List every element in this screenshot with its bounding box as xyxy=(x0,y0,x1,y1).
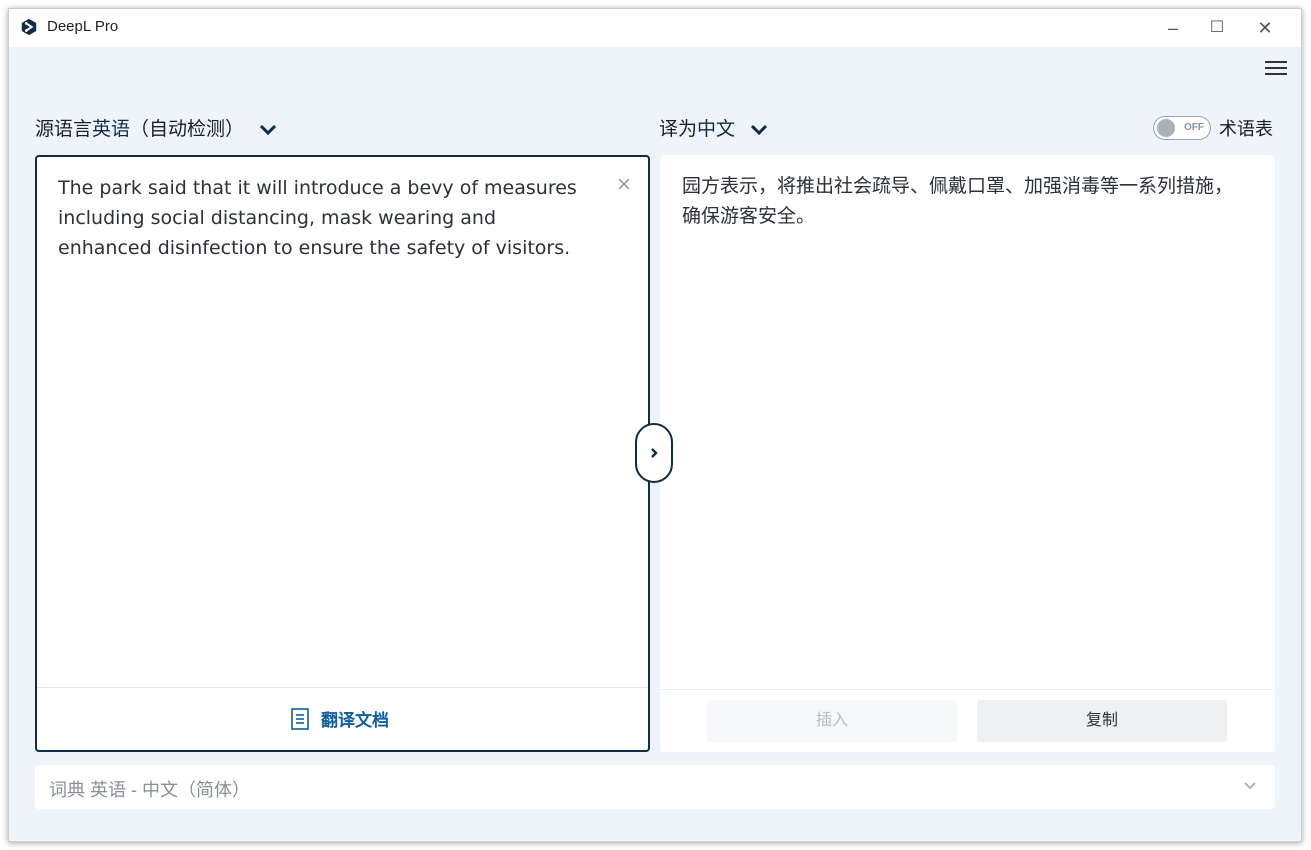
glossary-label[interactable]: 术语表 xyxy=(1219,115,1273,141)
source-panel-footer: 翻译文档 xyxy=(37,687,648,750)
chevron-down-icon xyxy=(260,124,277,136)
title-bar: DeepL Pro – ☐ ✕ xyxy=(9,9,1301,47)
target-language-name: 中文 xyxy=(697,119,736,140)
hamburger-menu-icon[interactable] xyxy=(1265,57,1287,75)
deepl-logo-icon xyxy=(21,18,37,36)
target-label-prefix: 译为 xyxy=(659,119,698,140)
insert-button[interactable]: 插入 xyxy=(707,700,957,742)
target-language-selector[interactable]: 译为中文 xyxy=(659,114,768,141)
copy-button[interactable]: 复制 xyxy=(977,700,1227,742)
source-detected-label: （自动检测） xyxy=(130,119,245,140)
source-label-prefix: 源语言 xyxy=(35,119,93,140)
source-language-selector[interactable]: 源语言英语（自动检测） xyxy=(35,114,277,141)
glossary-toggle[interactable]: OFF xyxy=(1153,116,1211,140)
maximize-button[interactable]: ☐ xyxy=(1195,15,1239,41)
chevron-down-icon xyxy=(751,124,768,136)
source-language-name: 英语 xyxy=(92,119,131,140)
dictionary-bar[interactable]: 词典 英语 - 中文（简体） xyxy=(35,765,1275,809)
chevron-right-icon xyxy=(651,448,658,458)
source-text-panel: The park said that it will introduce a b… xyxy=(35,155,650,752)
expand-panel-button[interactable] xyxy=(635,423,673,483)
target-text-panel: 园方表示，将推出社会疏导、佩戴口罩、加强消毒等一系列措施，确保游客安全。 插入 … xyxy=(660,155,1275,752)
toggle-knob xyxy=(1157,119,1175,137)
document-icon xyxy=(291,707,309,730)
clear-text-button[interactable]: × xyxy=(614,173,634,197)
translate-document-label: 翻译文档 xyxy=(321,711,389,730)
target-panel-footer: 插入 复制 xyxy=(660,689,1275,752)
window-title: DeepL Pro xyxy=(47,18,119,35)
glossary-toggle-group: OFF 术语表 xyxy=(1153,115,1273,141)
translation-output: 园方表示，将推出社会疏导、佩戴口罩、加强消毒等一系列措施，确保游客安全。 xyxy=(682,176,1234,227)
minimize-button[interactable]: – xyxy=(1151,15,1195,41)
app-window: DeepL Pro – ☐ ✕ 源语言英语（自动检测） 译为中文 OFF 术语表… xyxy=(8,8,1302,842)
close-window-button[interactable]: ✕ xyxy=(1243,15,1287,41)
chevron-down-icon xyxy=(1244,782,1256,790)
toggle-state-label: OFF xyxy=(1184,122,1204,133)
dictionary-label: 词典 英语 - 中文（简体） xyxy=(49,780,250,800)
source-text-input[interactable]: The park said that it will introduce a b… xyxy=(58,173,588,263)
translate-document-button[interactable]: 翻译文档 xyxy=(291,706,389,731)
